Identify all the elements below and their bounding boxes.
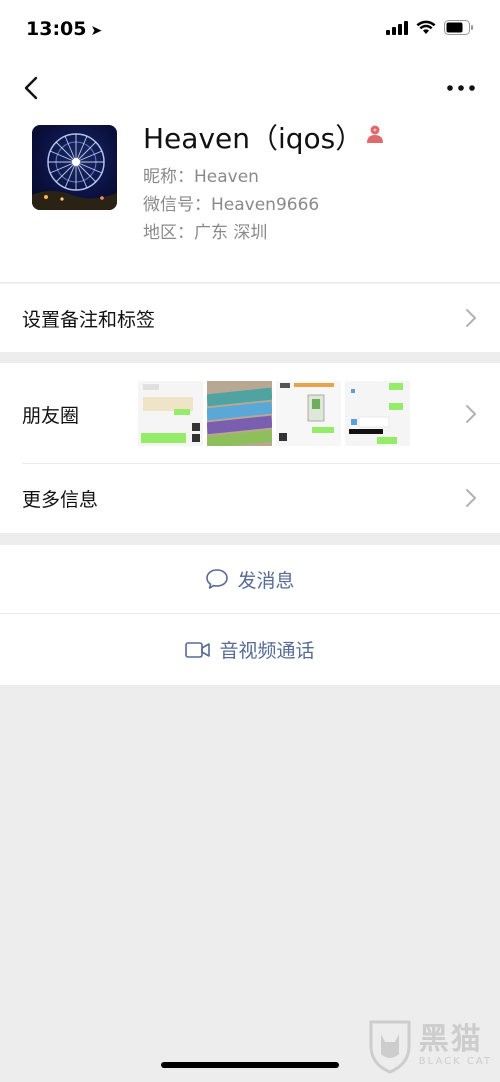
voice-video-call-content: 音视频通话 (0, 614, 500, 685)
watermark-title: 黑猫 (418, 1021, 483, 1057)
female-icon (367, 125, 383, 143)
signal-icon (386, 20, 408, 35)
location-arrow-icon: ➤ (90, 23, 103, 39)
profile-region: 地区：广东 深圳 (143, 223, 268, 243)
profile-wechat-id: 微信号：Heaven9666 (143, 195, 320, 215)
black-cat-watermark: 黑猫 BLACK CAT (367, 1016, 492, 1074)
moments-thumbnail (138, 381, 203, 446)
send-message-button[interactable]: 发消息 (0, 545, 500, 613)
battery-icon (444, 20, 473, 35)
status-icons (386, 20, 474, 35)
watermark-subtitle: BLACK CAT (418, 1055, 492, 1067)
send-message-content: 发消息 (0, 545, 500, 613)
moments-thumbnail (345, 381, 410, 446)
chevron-right-icon (466, 405, 476, 423)
home-indicator (161, 1062, 339, 1068)
avatar[interactable] (32, 125, 117, 210)
row-remark-tags[interactable]: 设置备注和标签 (0, 284, 500, 352)
more-icon[interactable] (446, 78, 476, 98)
profile-nickname: 昵称：Heaven (143, 167, 259, 187)
wifi-icon (416, 20, 436, 34)
chat-bubble-icon (206, 569, 229, 589)
voice-video-call-label: 音视频通话 (219, 640, 315, 662)
profile-display-name: Heaven（iqos） (143, 122, 364, 155)
row-moments-label: 朋友圈 (22, 405, 80, 427)
send-message-label: 发消息 (237, 569, 295, 592)
black-cat-logo (369, 1020, 411, 1074)
row-more-info-label: 更多信息 (22, 489, 99, 511)
status-time: 13:05 ➤ (26, 18, 103, 40)
voice-video-call-button[interactable]: 音视频通话 (0, 614, 500, 685)
moments-thumbnails[interactable] (138, 381, 410, 446)
moments-thumbnail (207, 381, 272, 446)
ferris-wheel-image (32, 133, 117, 210)
back-icon[interactable] (18, 74, 46, 102)
chevron-right-icon (466, 489, 476, 507)
chevron-right-icon (466, 309, 476, 327)
row-remark-tags-label: 设置备注和标签 (22, 309, 156, 331)
video-camera-icon (185, 641, 211, 658)
row-more-info[interactable]: 更多信息 (0, 464, 500, 533)
moments-thumbnail (276, 381, 341, 446)
